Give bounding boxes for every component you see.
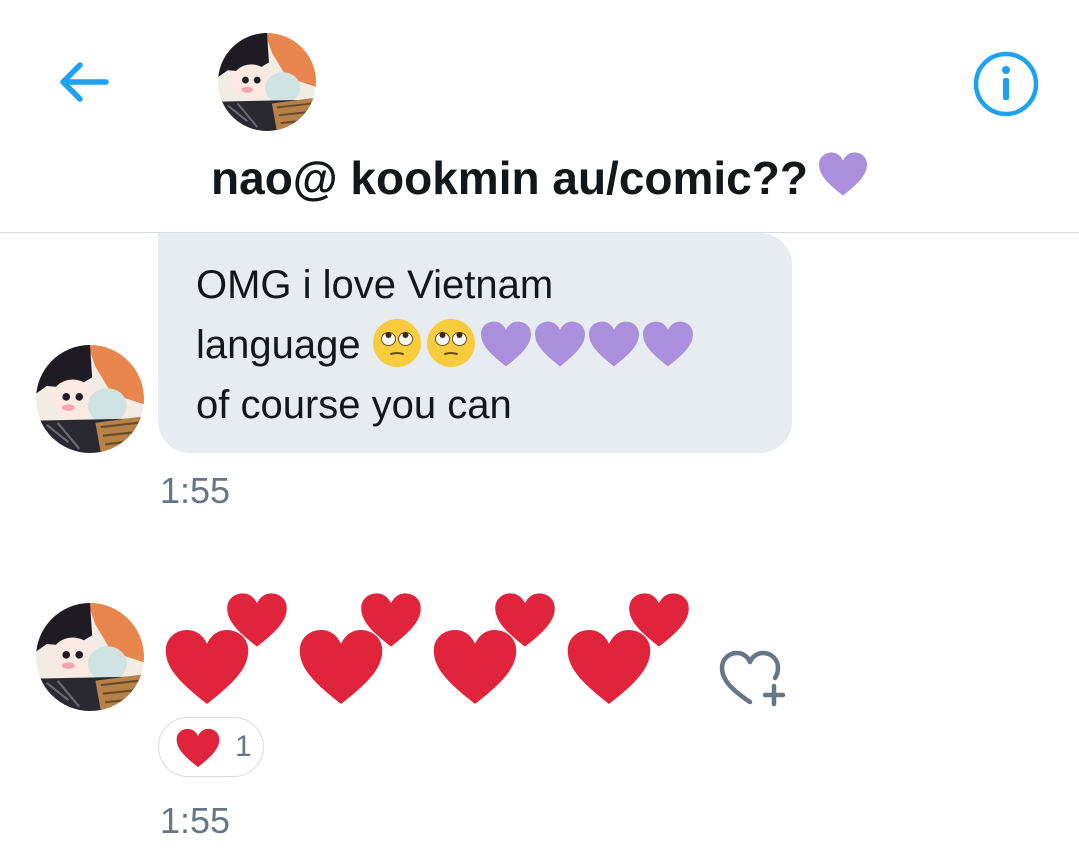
purple-heart-icon [480,320,532,368]
conversation-title-text: nao@ kookmin au/comic?? [211,152,808,204]
purple-heart-icon [642,320,694,368]
message-line: language [196,315,762,375]
reaction-pill[interactable]: 1 [158,717,264,777]
message-line: OMG i love Vietnam [196,263,554,307]
message-bubble[interactable]: OMG i love Vietnam language of course yo… [158,233,792,453]
arrow-left-icon[interactable] [54,52,114,112]
conversation-title: nao@ kookmin au/comic?? [0,146,1079,209]
message-timestamp: 1:55 [160,470,231,511]
heart-plus-icon[interactable] [716,648,792,708]
reaction-count: 1 [235,730,252,763]
two-hearts-emoji-icon [567,593,689,704]
two-hearts-emoji-icon [299,593,421,704]
rolling-eyes-emoji-icon [372,318,422,368]
avatar[interactable] [218,33,316,131]
message-line-text: language [196,323,361,367]
info-circle-icon[interactable] [972,50,1040,118]
purple-heart-icon [588,320,640,368]
dm-conversation-screen: nao@ kookmin au/comic?? OMG i love Vietn… [0,0,1079,858]
two-hearts-emoji-icon [165,593,287,704]
avatar[interactable] [36,603,144,711]
message-timestamp: 1:55 [160,800,231,841]
rolling-eyes-emoji-icon [426,318,476,368]
purple-heart-icon [818,146,868,202]
purple-heart-icon [534,320,586,368]
red-heart-icon [175,728,221,768]
avatar[interactable] [36,345,144,453]
two-hearts-emoji-icon [433,593,555,704]
message-line: of course you can [196,383,512,427]
